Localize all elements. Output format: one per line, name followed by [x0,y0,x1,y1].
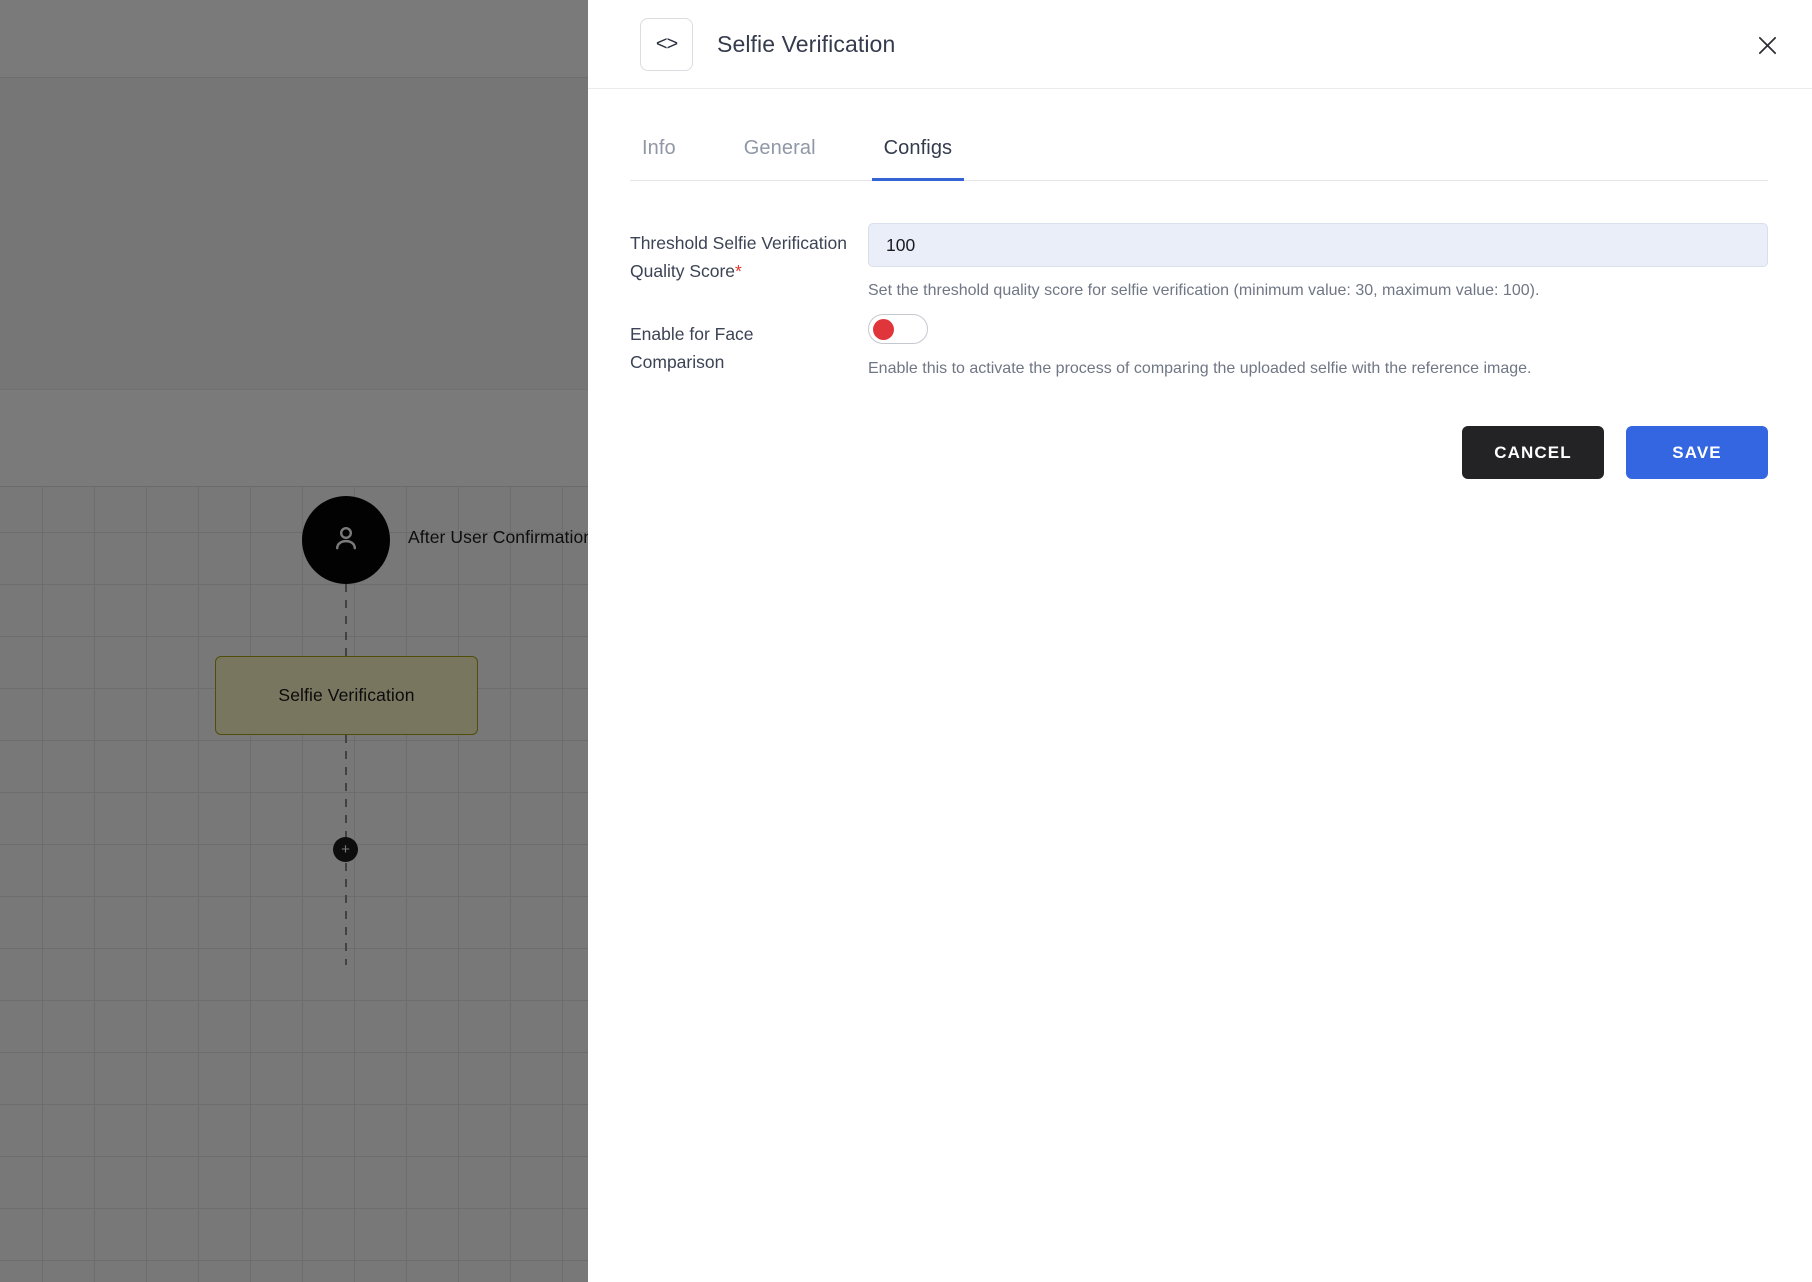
screen: After User Confirmation Selfie Verificat… [0,0,1812,1282]
panel-header: <> Selfie Verification [588,0,1812,89]
required-asterisk: * [735,261,742,281]
save-button[interactable]: SAVE [1626,426,1768,479]
enable-face-comparison-control: Enable this to activate the process of c… [868,314,1768,380]
panel-tabs: Info General Configs [630,89,1768,181]
configs-form: Threshold Selfie Verification Quality Sc… [588,181,1812,392]
modal-backdrop[interactable] [0,0,588,1282]
panel-actions: CANCEL SAVE [588,392,1812,479]
field-enable-face-comparison: Enable for Face Comparison Enable this t… [630,314,1768,380]
selfie-verification-panel: <> Selfie Verification Info General Conf… [588,0,1812,1282]
threshold-quality-score-label: Threshold Selfie Verification Quality Sc… [630,223,868,285]
threshold-quality-score-help: Set the threshold quality score for self… [868,282,1540,299]
enable-face-comparison-label: Enable for Face Comparison [630,324,754,372]
tab-configs[interactable]: Configs [871,137,965,181]
field-threshold-quality-score: Threshold Selfie Verification Quality Sc… [630,223,1768,302]
close-icon[interactable] [1746,24,1788,66]
page-title: Selfie Verification [717,30,896,57]
toggle-knob [873,319,894,340]
tab-info[interactable]: Info [630,137,688,180]
threshold-quality-score-control: Set the threshold quality score for self… [868,223,1768,302]
code-brackets-icon: <> [640,17,693,71]
threshold-quality-score-input[interactable] [868,223,1768,267]
cancel-button[interactable]: CANCEL [1462,426,1604,479]
tab-general[interactable]: General [732,137,828,180]
enable-face-comparison-help: Enable this to activate the process of c… [868,360,1532,377]
enable-face-comparison-toggle[interactable] [868,314,928,344]
